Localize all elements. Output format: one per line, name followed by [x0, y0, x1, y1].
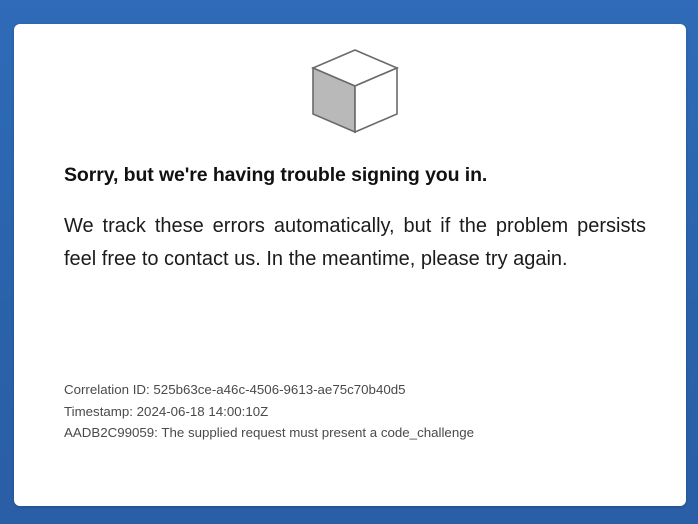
cube-icon [310, 49, 400, 134]
error-code: AADB2C99059: The supplied request must p… [64, 425, 475, 440]
correlation-id: Correlation ID: 525b63ce-a46c-4506-9613-… [64, 382, 406, 397]
error-message: We track these errors automatically, but… [64, 215, 646, 270]
error-heading: Sorry, but we're having trouble signing … [64, 164, 488, 186]
error-card: Sorry, but we're having trouble signing … [14, 24, 686, 506]
timestamp: Timestamp: 2024-06-18 14:00:10Z [64, 403, 269, 419]
error-details: Correlation ID: 525b63ce-a46c-4506-9613-… [64, 379, 664, 444]
